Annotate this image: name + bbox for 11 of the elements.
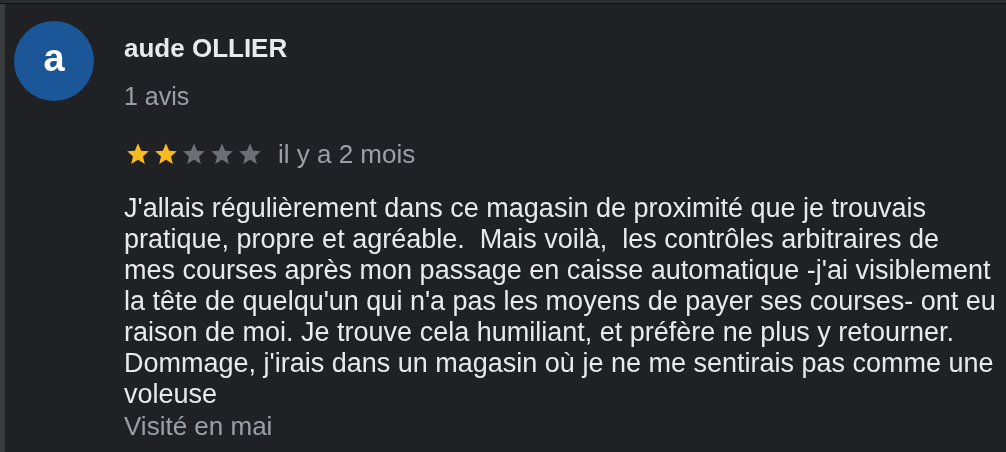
review-count: 1 avis	[124, 81, 191, 111]
star-icon	[208, 141, 236, 167]
review-time: il y a 2 mois	[278, 139, 416, 169]
avatar: a	[14, 21, 94, 101]
star-icon	[180, 141, 208, 167]
star-icon	[236, 141, 264, 167]
star-icon	[124, 141, 152, 167]
review-text: J'allais régulièrement dans ce magasin de proximité que je trouvais pratique, propre et agréable. Mais voilà, les contrôles arbitraires de mes courses après mon passage en caisse automatique -j'ai visiblement la tête de quelqu'un qui n'a pas les moyens de payer ses courses- ont eu raison de moi. Je trouve cela humiliant, et préfère ne plus y retourner. Dommage, j'irais dans un magasin où je ne me sentirais pas comme une voleuse	[124, 193, 996, 410]
author-name[interactable]: aude OLLIER	[124, 33, 996, 63]
visit-date: Visité en mai	[124, 411, 274, 441]
star-icon	[152, 141, 180, 167]
